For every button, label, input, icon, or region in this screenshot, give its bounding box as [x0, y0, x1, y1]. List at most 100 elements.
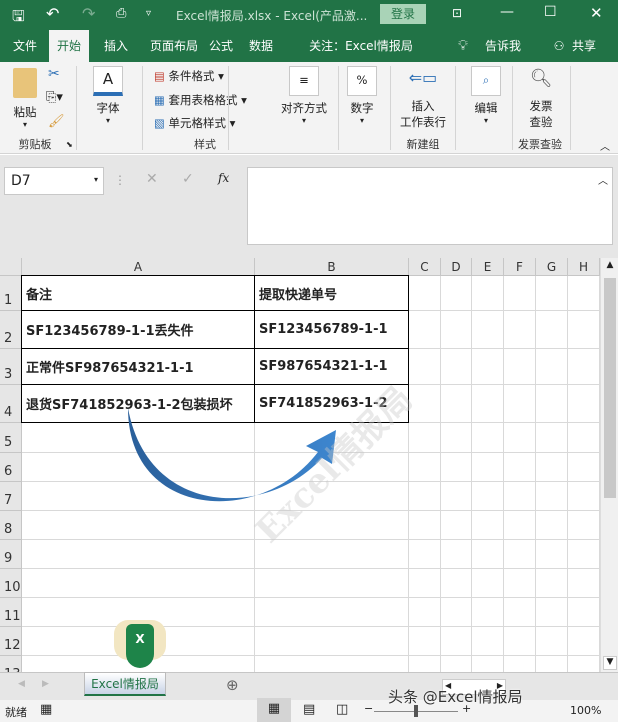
zoom-level[interactable]: 100% [570, 704, 601, 717]
dialog-launcher-icon[interactable]: ⬊ [66, 140, 73, 149]
login-button[interactable]: 登录 [380, 4, 426, 24]
tab-insert[interactable]: 插入 [94, 30, 138, 62]
lightbulb-icon: 💡︎ [458, 38, 468, 54]
chevron-down-icon: ▾ [93, 175, 98, 184]
editing-button[interactable]: ⌕ 编辑 ▾ [464, 66, 508, 125]
expand-formula-icon[interactable]: ︿ [598, 172, 608, 187]
scroll-down-icon[interactable]: ▼ [603, 656, 617, 670]
alignment-label: 对齐方式 [281, 101, 327, 115]
next-sheet-icon[interactable]: ▶ [42, 679, 49, 689]
cell-styles-icon: ▧ [154, 116, 165, 130]
group-new: 新建组 [406, 138, 440, 151]
name-box-value: D7 [11, 173, 31, 189]
maximize-button[interactable]: ☐ [544, 4, 557, 20]
invoice-check-button[interactable]: 🔍︎ 发票 查验 [516, 68, 566, 130]
mascot-image: X [108, 610, 172, 672]
conditional-format-button[interactable]: ▤ 条件格式 ▾ [154, 68, 224, 84]
paste-label: 粘贴 [13, 105, 37, 119]
tab-data[interactable]: 数据 [236, 30, 286, 62]
tab-follow[interactable]: 关注：Excel情报局 [280, 30, 442, 62]
close-button[interactable]: ✕ [590, 4, 603, 22]
zoom-out-button[interactable]: − [364, 702, 373, 715]
insert-function-button[interactable]: fx [218, 171, 229, 185]
group-styles: 样式 [194, 138, 216, 151]
copy-icon[interactable]: ⎘▾ [46, 90, 63, 105]
label: 查验 [529, 115, 553, 129]
label: 工作表行 [400, 115, 446, 129]
macro-record-icon[interactable]: ▦ [40, 702, 52, 717]
window-title: Excel情报局.xlsx - Excel(产品激... [176, 9, 368, 23]
add-sheet-icon[interactable]: ⊕ [226, 676, 239, 694]
ribbon: 粘贴 ▾ ✂ ⎘▾ 🖌︎ 剪贴板 ⬊ A 字体 ▾ ▤ 条件格式 ▾ ▦ 套用表… [0, 62, 618, 154]
status-bar: 就绪 ▦ ▦ ▤ ◫ − + 100% 头条 @Excel情报局 [0, 688, 618, 722]
collapse-ribbon-icon[interactable]: ︿ [600, 138, 610, 153]
page-layout-view-icon[interactable]: ▤ [303, 702, 315, 717]
enter-icon[interactable]: ✓ [182, 171, 194, 187]
insert-row-button[interactable]: ⇐▭ 插入 工作表行 [396, 68, 450, 130]
chevron-down-icon: ▾ [483, 116, 488, 125]
save-icon[interactable]: 🖫 [12, 6, 25, 31]
chevron-down-icon: ▾ [22, 120, 27, 129]
percent-icon: % [347, 66, 377, 96]
person-icon: ⚇ [553, 39, 565, 53]
ready-status: 就绪 [5, 706, 27, 719]
ribbon-tabs: 文件 开始 插入 页面布局 公式 数据 关注：Excel情报局 💡︎ 告诉我 ⚇… [0, 30, 618, 62]
group-invoice: 发票查验 [518, 138, 562, 151]
chevron-down-icon: ▾ [359, 116, 364, 125]
vertical-scrollbar[interactable]: ▲ ▼ [600, 258, 618, 672]
conditional-format-icon: ▤ [154, 69, 165, 83]
ribbon-display-icon[interactable]: ⊡ [452, 6, 462, 20]
invoice-search-icon: 🔍︎ [529, 68, 553, 89]
number-button[interactable]: % 数字 ▾ [342, 66, 382, 125]
format-as-table-button[interactable]: ▦ 套用表格格式 ▾ [154, 92, 247, 108]
normal-view-icon[interactable]: ▦ [257, 698, 291, 722]
tell-me[interactable]: 告诉我 [478, 30, 528, 62]
sheet-tab-bar: ◀ ▶ Excel情报局 ⊕ ◀ ▶ [0, 672, 618, 700]
excel-logo-icon: X [126, 624, 154, 668]
label: 条件格式 [168, 69, 215, 83]
formula-bar-area: D7 ▾ ⋮ ✕ ✓ fx ︿ [0, 155, 618, 258]
label: 发票 [529, 99, 553, 113]
paste-button[interactable]: 粘贴 ▾ [10, 68, 40, 129]
scroll-thumb[interactable] [604, 278, 616, 498]
title-bar: 🖫 ↶ ↷ ⎙ ▿ Excel情报局.xlsx - Excel(产品激... 登… [0, 0, 618, 30]
align-icon: ≡ [289, 66, 319, 96]
page-break-view-icon[interactable]: ◫ [336, 702, 348, 717]
chevron-down-icon: ▾ [105, 116, 110, 125]
cut-icon[interactable]: ✂ [48, 66, 60, 82]
font-icon: A [93, 66, 123, 96]
scroll-up-icon[interactable]: ▲ [603, 260, 617, 274]
label: 插入 [411, 99, 435, 113]
number-label: 数字 [350, 101, 374, 115]
minimize-button[interactable]: — [500, 4, 514, 20]
label: 单元格样式 [168, 116, 227, 130]
clipboard-icon [13, 68, 37, 98]
font-label: 字体 [96, 101, 120, 115]
alignment-button[interactable]: ≡ 对齐方式 ▾ [276, 66, 332, 125]
share-button[interactable]: 共享 [568, 30, 600, 62]
worksheet-grid[interactable]: ABCDEFGH12345678910111213 备注提取快递单号SF1234… [0, 258, 600, 672]
undo-icon[interactable]: ↶ [46, 4, 59, 23]
name-box[interactable]: D7 ▾ [4, 167, 104, 195]
cancel-icon[interactable]: ✕ [146, 171, 158, 187]
sheet-tab-active[interactable]: Excel情报局 [84, 672, 166, 696]
cell-styles-button[interactable]: ▧ 单元格样式 ▾ [154, 115, 235, 131]
format-painter-icon[interactable]: 🖌︎ [48, 114, 65, 129]
table-icon: ▦ [154, 93, 165, 107]
credit-watermark: 头条 @Excel情报局 [388, 688, 523, 706]
zoom-slider[interactable] [374, 705, 458, 717]
chevron-down-icon: ▾ [301, 116, 306, 125]
tab-home[interactable]: 开始 [49, 30, 89, 62]
redo-icon[interactable]: ↷ [82, 4, 95, 23]
search-icon: ⌕ [471, 66, 501, 96]
formula-input[interactable]: ︿ [247, 167, 613, 245]
print-preview-icon[interactable]: ⎙ [116, 6, 126, 21]
drag-handle-icon[interactable]: ⋮ [114, 173, 126, 187]
prev-sheet-icon[interactable]: ◀ [18, 679, 25, 689]
tab-file[interactable]: 文件 [4, 30, 46, 62]
editing-label: 编辑 [474, 101, 498, 115]
customize-qat-icon[interactable]: ▿ [146, 8, 151, 19]
group-clipboard: 剪贴板 [18, 138, 52, 151]
font-button[interactable]: A 字体 ▾ [86, 66, 130, 125]
insert-row-icon: ⇐▭ [408, 68, 438, 87]
